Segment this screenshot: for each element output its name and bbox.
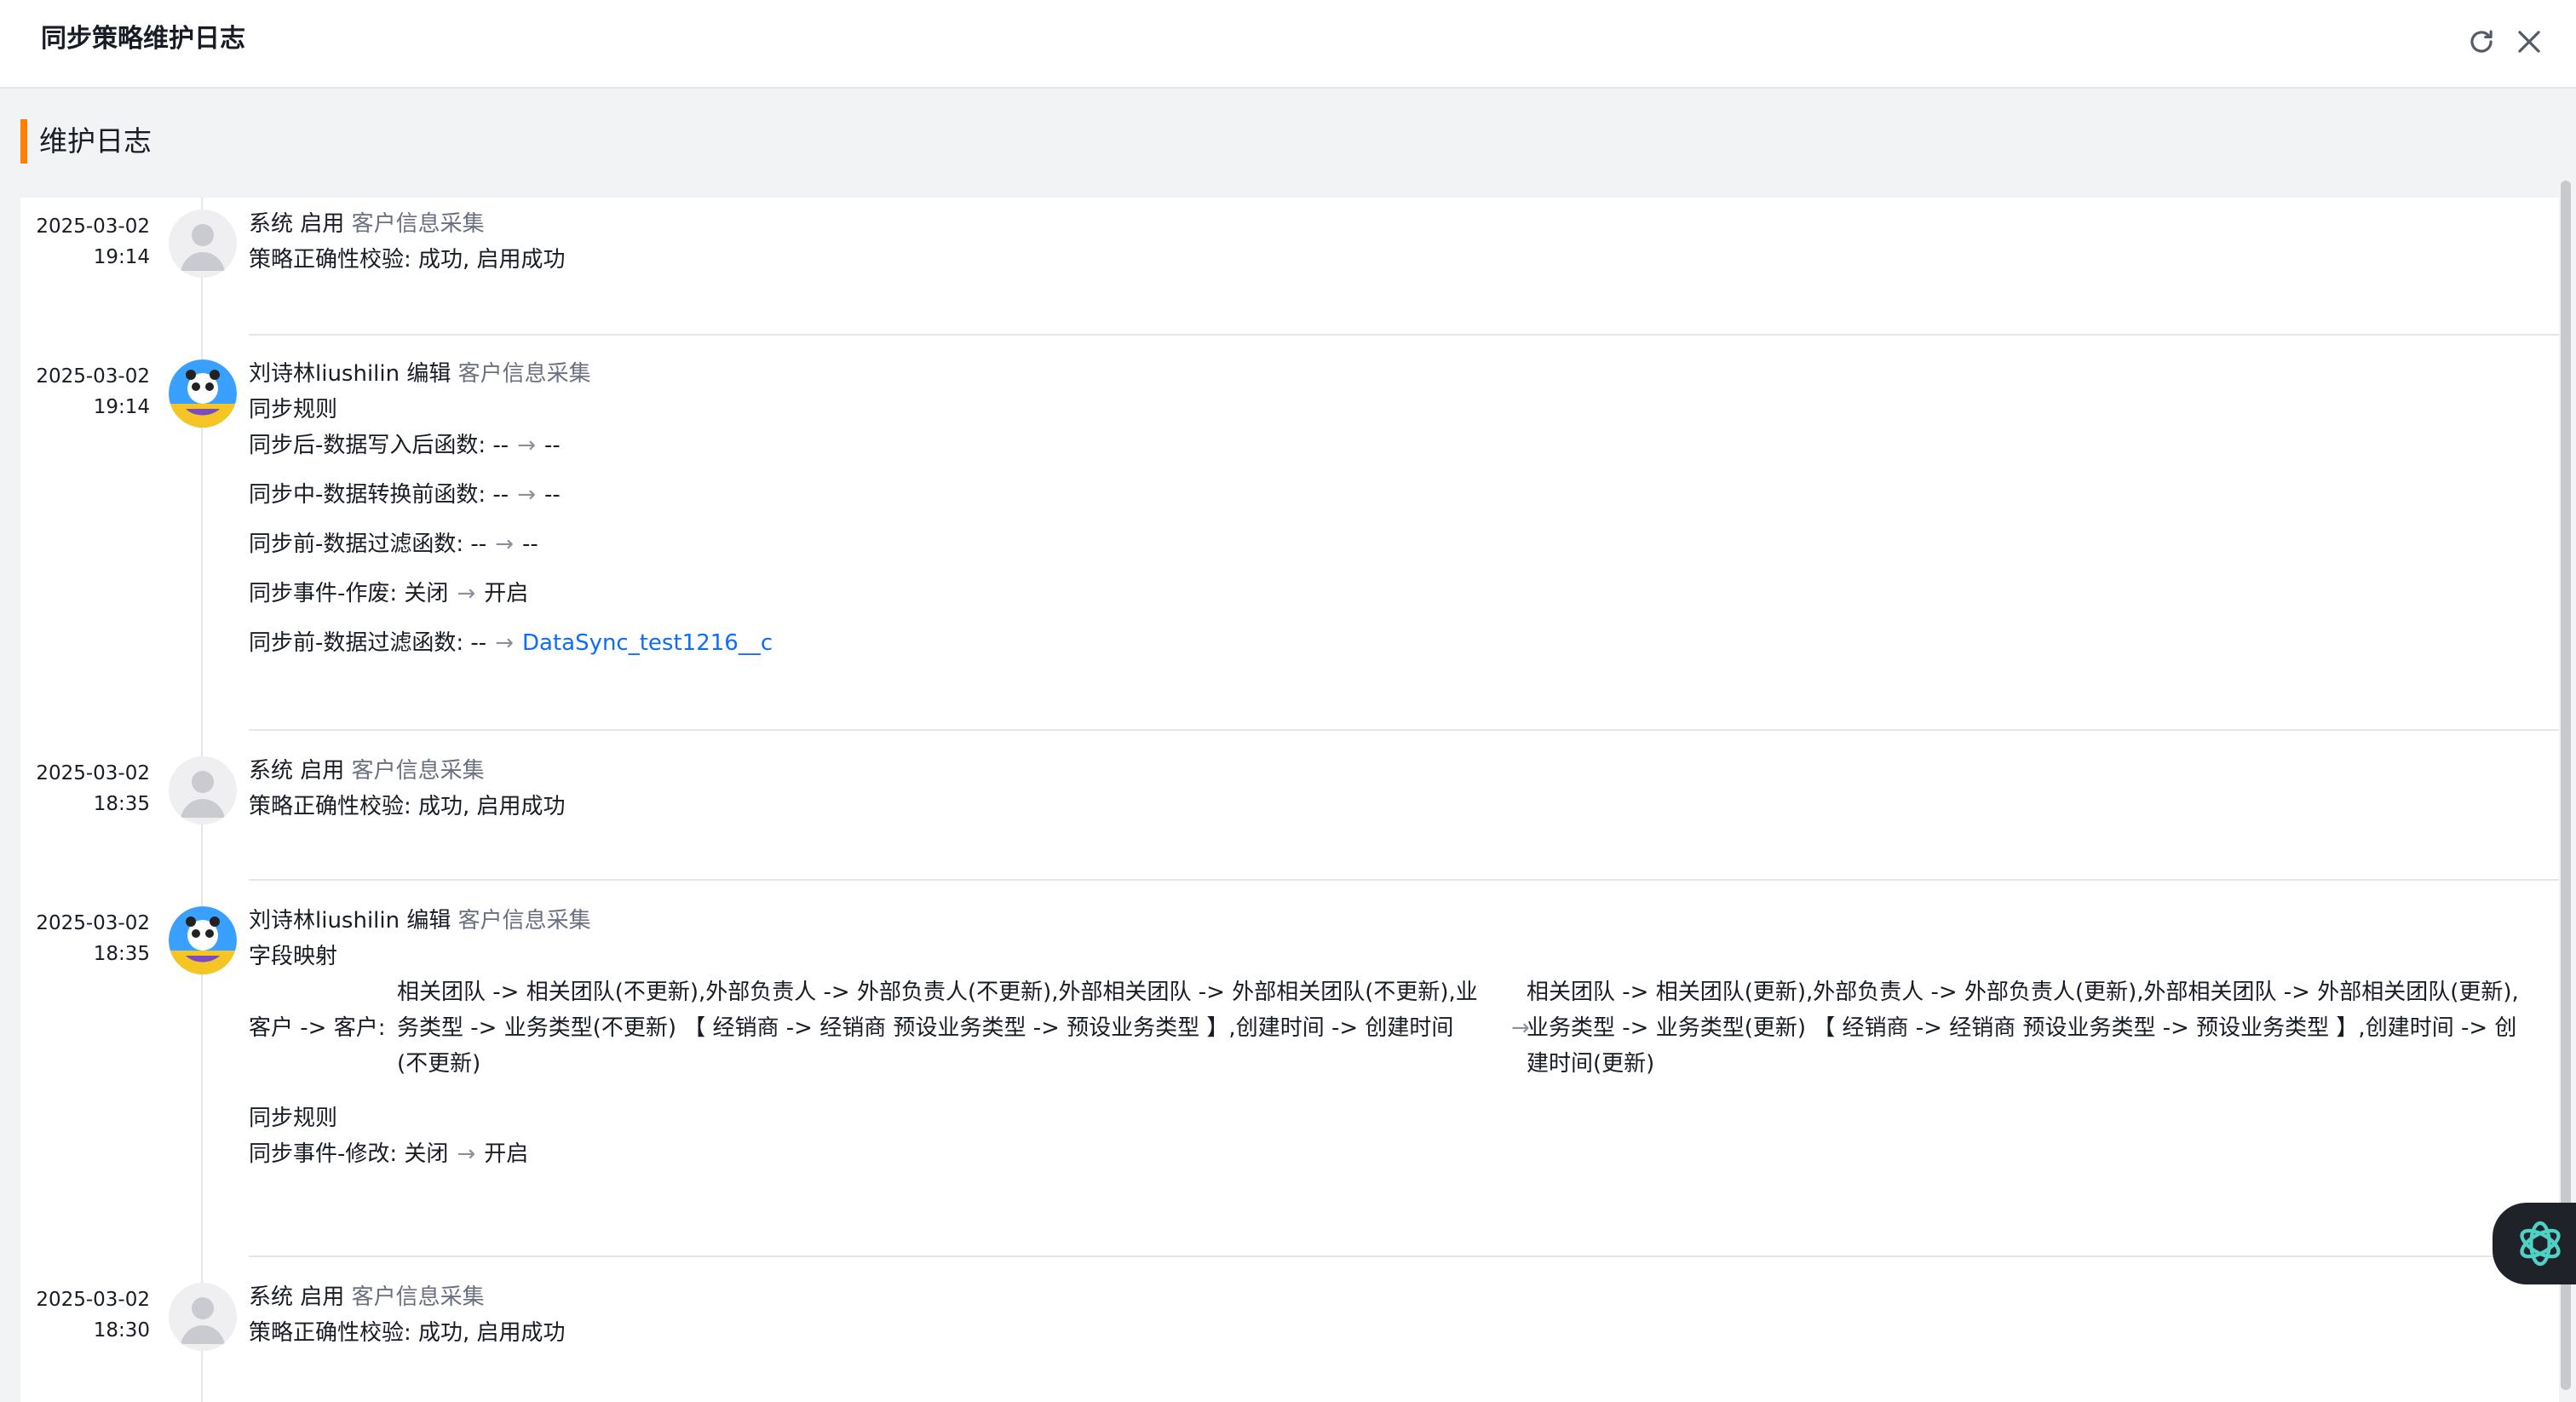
arrow-right-icon: → (457, 581, 476, 606)
change-to: -- (543, 482, 561, 508)
entry-target: 客户信息采集 (457, 361, 591, 387)
change-label: 同步后-数据写入后函数: (249, 433, 486, 458)
refresh-icon[interactable] (2465, 26, 2498, 58)
system-avatar (169, 1283, 237, 1351)
arrow-right-icon: → (495, 531, 514, 557)
mapping-from: 相关团队 -> 相关团队(不更新),外部负责人 -> 外部负责人(不更新),外部… (397, 980, 1478, 1077)
entry-body: 刘诗林liushilin 编辑 客户信息采集 字段映射 客户 -> 客户: 相关… (249, 903, 2540, 1172)
change-to: 开启 (484, 581, 529, 606)
system-avatar (169, 756, 237, 825)
entry-body: 系统 启用 客户信息采集 策略正确性校验: 成功, 启用成功 (249, 753, 2540, 825)
change-label: 同步前-数据过滤函数: (249, 531, 464, 557)
entry-action: 启用 (300, 211, 345, 237)
entry-action: 编辑 (406, 361, 451, 387)
entry-body: 系统 启用 客户信息采集 策略正确性校验: 成功, 启用成功 (249, 1279, 2540, 1351)
arrow-right-icon: → (517, 433, 536, 458)
change-from: -- (470, 630, 487, 656)
entry-date: 2025-03-02 (36, 365, 150, 388)
change-from: 关闭 (404, 1141, 449, 1167)
entry-detail: 策略正确性校验: 成功, 启用成功 (249, 247, 566, 273)
section-title: 维护日志 (20, 119, 152, 164)
openai-logo-icon (2520, 1221, 2561, 1267)
entry-target: 客户信息采集 (351, 1284, 485, 1310)
entry-time: 19:14 (93, 396, 150, 418)
user-avatar (169, 906, 237, 974)
arrow-right-icon: → (495, 630, 514, 656)
mapping-key: 客户 -> 客户: (249, 1015, 386, 1041)
entry-target: 客户信息采集 (351, 211, 485, 237)
change-from: -- (492, 482, 509, 508)
change-label: 同步中-数据转换前函数: (249, 482, 486, 508)
entry-heading: 同步规则 (249, 397, 338, 422)
change-label: 同步事件-作废: (249, 581, 398, 606)
entry-detail: 策略正确性校验: 成功, 启用成功 (249, 794, 566, 819)
dialog-header: 同步策略维护日志 (0, 0, 2576, 89)
change-to: 开启 (484, 1141, 529, 1167)
entry-target: 客户信息采集 (457, 908, 591, 934)
entry-action: 启用 (300, 1284, 345, 1310)
mapping-to: 相关团队 -> 相关团队(更新),外部负责人 -> 外部负责人(更新),外部相关… (1527, 980, 2519, 1077)
entry-date: 2025-03-02 (36, 215, 150, 238)
entry-divider (249, 1255, 2559, 1257)
entry-time: 18:35 (93, 793, 150, 815)
entry-action: 编辑 (406, 908, 451, 934)
arrow-right-icon: → (457, 1141, 476, 1167)
function-link[interactable]: DataSync_test1216__c (522, 630, 773, 656)
entry-time: 19:14 (93, 246, 150, 268)
entry-heading: 字段映射 (249, 944, 338, 969)
dialog-content: 维护日志 2025-03-02 19:14 系统 启用 客户信息采集 策略正确性… (0, 89, 2576, 1402)
entry-actor: 刘诗林liushilin (249, 361, 400, 387)
entry-divider (249, 879, 2559, 881)
entry-actor: 系统 (249, 211, 294, 237)
entry-actor: 系统 (249, 1284, 294, 1310)
log-timeline: 2025-03-02 19:14 系统 启用 客户信息采集 策略正确性校验: 成… (20, 198, 2559, 1402)
ai-assistant-button[interactable] (2493, 1203, 2576, 1284)
system-avatar (169, 210, 237, 278)
entry-time: 18:30 (93, 1319, 150, 1342)
arrow-right-icon: → (517, 482, 536, 508)
field-mapping: 客户 -> 客户: 相关团队 -> 相关团队(不更新),外部负责人 -> 外部负… (249, 974, 2540, 1087)
entry-date: 2025-03-02 (36, 912, 150, 934)
entry-actor: 刘诗林liushilin (249, 908, 400, 934)
dialog-title: 同步策略维护日志 (41, 24, 245, 54)
change-from: -- (470, 531, 487, 557)
change-from: -- (492, 433, 509, 458)
user-avatar (169, 359, 237, 428)
entry-target: 客户信息采集 (351, 758, 485, 784)
entry-divider (249, 729, 2559, 731)
change-to: -- (543, 433, 561, 458)
entry-time: 18:35 (93, 943, 150, 965)
entry-actor: 系统 (249, 758, 294, 784)
change-to: -- (521, 531, 538, 557)
entry-divider (249, 334, 2559, 336)
close-icon[interactable] (2513, 26, 2545, 58)
entry-heading: 同步规则 (249, 1106, 338, 1131)
change-label: 同步事件-修改: (249, 1141, 398, 1167)
entry-detail: 策略正确性校验: 成功, 启用成功 (249, 1320, 566, 1346)
entry-date: 2025-03-02 (36, 1289, 150, 1311)
change-label: 同步前-数据过滤函数: (249, 630, 464, 656)
entry-body: 系统 启用 客户信息采集 策略正确性校验: 成功, 启用成功 (249, 206, 2540, 278)
change-from: 关闭 (404, 581, 449, 606)
entry-date: 2025-03-02 (36, 762, 150, 784)
entry-body: 刘诗林liushilin 编辑 客户信息采集 同步规则 同步后-数据写入后函数:… (249, 356, 2540, 661)
entry-action: 启用 (300, 758, 345, 784)
